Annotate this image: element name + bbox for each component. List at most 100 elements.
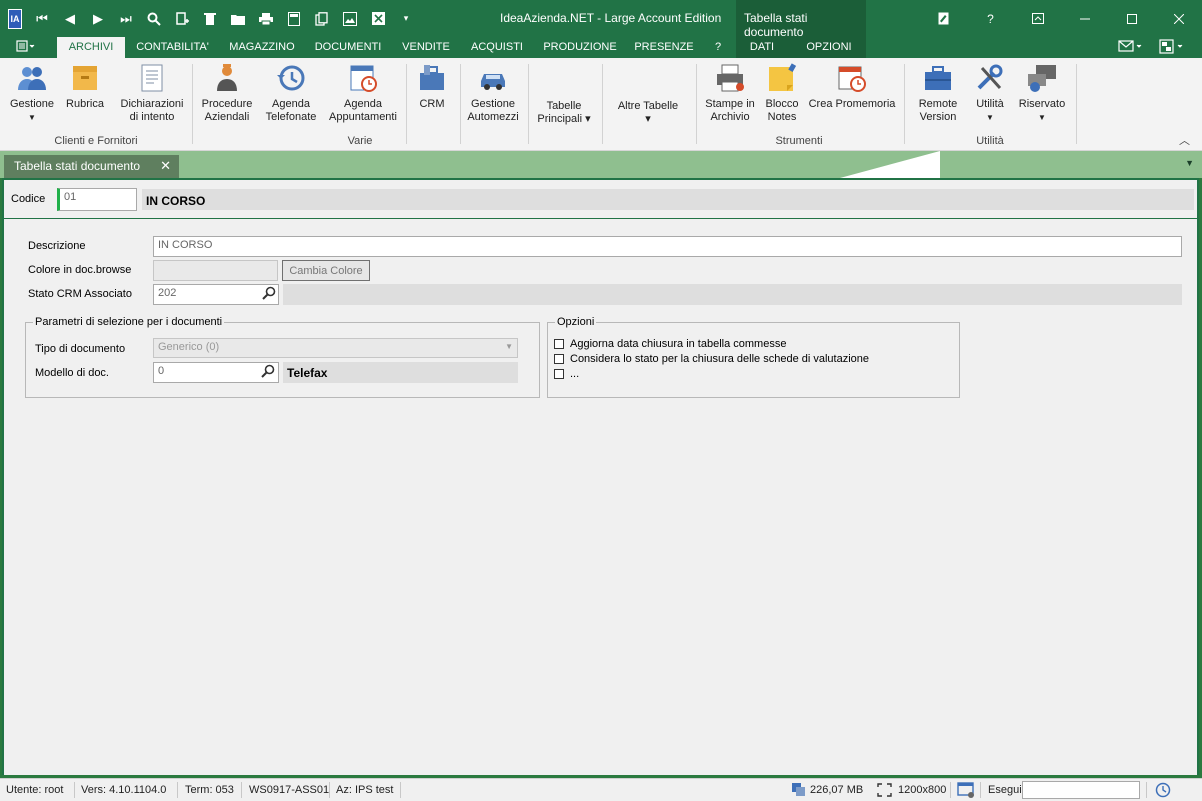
codice-field[interactable]: 01 xyxy=(57,188,137,211)
status-separator xyxy=(241,782,242,798)
automezzi-label: Gestione Automezzi xyxy=(467,98,519,123)
status-user: Utente: root xyxy=(6,784,64,796)
tab-magazzino[interactable]: MAGAZZINO xyxy=(222,37,302,58)
sticky-note-icon xyxy=(766,62,798,94)
previous-record-icon[interactable]: ◀ xyxy=(56,5,84,33)
checkbox-box[interactable] xyxy=(554,339,564,349)
delete-icon[interactable] xyxy=(196,5,224,33)
blocco-notes-label: Blocco Notes xyxy=(765,98,799,123)
esegui-label: Esegui xyxy=(988,784,1022,796)
colore-field[interactable] xyxy=(153,260,278,281)
ribbon-separator xyxy=(696,64,697,144)
option-more-checkbox[interactable]: ... xyxy=(554,368,579,380)
collapse-ribbon-icon[interactable]: ︿ xyxy=(1179,132,1190,148)
stampe-archivio-button[interactable]: Stampe in Archivio xyxy=(702,62,758,124)
tipo-documento-value: Generico (0) xyxy=(158,341,220,353)
copy-icon[interactable] xyxy=(308,5,336,33)
tab-opzioni[interactable]: OPZIONI xyxy=(798,37,860,58)
first-record-icon[interactable]: ⏮ xyxy=(28,5,56,33)
esegui-field[interactable] xyxy=(1022,781,1140,799)
tabelle-principali-button[interactable]: Tabelle Principali ▾ xyxy=(532,100,596,126)
new-record-icon[interactable] xyxy=(168,5,196,33)
last-record-icon[interactable]: ⏭ xyxy=(112,5,140,33)
stato-crm-field[interactable]: 202 xyxy=(153,284,279,305)
document-tab-label: Tabella stati documento xyxy=(14,159,141,173)
tab-produzione[interactable]: PRODUZIONE xyxy=(538,37,622,58)
worker-icon xyxy=(211,62,243,94)
utilita-dropdown-icon: ▼ xyxy=(986,113,994,122)
minimize-button[interactable] xyxy=(1061,0,1108,37)
codice-label: Codice xyxy=(11,193,46,205)
status-separator xyxy=(74,782,75,798)
help-button[interactable]: ? xyxy=(967,0,1014,37)
status-separator xyxy=(400,782,401,798)
tab-list-dropdown-icon[interactable]: ▼ xyxy=(1185,158,1194,168)
close-tab-icon[interactable]: ✕ xyxy=(160,158,171,174)
tab-presenze[interactable]: PRESENZE xyxy=(630,37,698,58)
dichiarazioni-button[interactable]: Dichiarazioni di intento xyxy=(118,62,186,124)
ribbon-separator xyxy=(406,64,407,144)
close-button[interactable] xyxy=(1155,0,1202,37)
file-menu-button[interactable] xyxy=(14,39,44,56)
rubrica-button[interactable]: Rubrica xyxy=(62,62,108,111)
tab-dati[interactable]: DATI xyxy=(742,37,782,58)
modello-search-icon[interactable] xyxy=(261,364,275,381)
group-label-utilita: Utilità xyxy=(976,135,1004,147)
tab-help[interactable]: ? xyxy=(708,37,728,58)
ribbon-display-icon[interactable] xyxy=(1014,0,1061,37)
option-considera-checkbox[interactable]: Considera lo stato per la chiusura delle… xyxy=(554,353,869,365)
status-separator xyxy=(329,782,330,798)
layout-icon[interactable] xyxy=(1158,39,1186,57)
tipo-documento-select[interactable]: Generico (0) ▼ xyxy=(153,338,518,358)
riservato-button[interactable]: Riservato ▼ xyxy=(1014,62,1070,124)
picture-icon[interactable] xyxy=(336,5,364,33)
crea-promemoria-button[interactable]: Crea Promemoria xyxy=(808,62,896,111)
ribbon-separator xyxy=(192,64,193,144)
tools-icon xyxy=(974,62,1006,94)
status-company: Az: IPS test xyxy=(336,784,394,796)
tab-documenti[interactable]: DOCUMENTI xyxy=(308,37,388,58)
window-settings-icon[interactable] xyxy=(957,782,975,801)
calculator-icon[interactable] xyxy=(280,5,308,33)
descrizione-field[interactable]: IN CORSO xyxy=(153,236,1182,257)
next-record-icon[interactable]: ▶ xyxy=(84,5,112,33)
notes-icon[interactable] xyxy=(920,0,967,37)
stampe-archivio-label: Stampe in Archivio xyxy=(705,98,755,123)
app-logo-text: IA xyxy=(10,13,20,24)
tab-acquisti[interactable]: ACQUISTI xyxy=(464,37,530,58)
status-separator xyxy=(177,782,178,798)
address-book-icon xyxy=(69,62,101,94)
clock-refresh-icon[interactable] xyxy=(1155,782,1171,801)
procedure-button[interactable]: Procedure Aziendali xyxy=(198,62,256,124)
remote-version-button[interactable]: Remote Version xyxy=(910,62,966,124)
utilita-button[interactable]: Utilità ▼ xyxy=(970,62,1010,124)
checkbox-box[interactable] xyxy=(554,354,564,364)
mail-icon[interactable] xyxy=(1118,39,1144,56)
status-version: Vers: 4.10.1104.0 xyxy=(81,784,167,796)
printer-icon xyxy=(714,62,746,94)
tab-archivi[interactable]: ARCHIVI xyxy=(57,37,125,58)
modello-description: Telefax xyxy=(283,362,518,383)
open-folder-icon[interactable] xyxy=(224,5,252,33)
close-document-icon[interactable] xyxy=(364,5,392,33)
remote-version-label: Remote Version xyxy=(918,98,958,123)
customize-toolbar-icon[interactable]: ▾ xyxy=(392,5,420,33)
tab-vendite[interactable]: VENDITE xyxy=(396,37,456,58)
agenda-appuntamenti-button[interactable]: Agenda Appuntamenti xyxy=(326,62,400,124)
crm-button[interactable]: CRM xyxy=(412,62,452,111)
blocco-notes-button[interactable]: Blocco Notes xyxy=(762,62,802,124)
cambia-colore-button[interactable]: Cambia Colore xyxy=(282,260,370,281)
print-icon[interactable] xyxy=(252,5,280,33)
altre-tabelle-button[interactable]: Altre Tabelle ▾ xyxy=(616,100,680,126)
document-tab[interactable]: Tabella stati documento ✕ xyxy=(4,155,179,178)
agenda-telefonate-button[interactable]: Agenda Telefonate xyxy=(262,62,320,124)
checkbox-box[interactable] xyxy=(554,369,564,379)
option-aggiorna-checkbox[interactable]: Aggiorna data chiusura in tabella commes… xyxy=(554,338,786,350)
tab-contabilita[interactable]: CONTABILITA' xyxy=(129,37,216,58)
search-icon[interactable] xyxy=(140,5,168,33)
gestione-button[interactable]: Gestione ▼ xyxy=(4,62,60,124)
maximize-button[interactable] xyxy=(1108,0,1155,37)
status-separator xyxy=(980,782,981,798)
automezzi-button[interactable]: Gestione Automezzi xyxy=(464,62,522,124)
stato-crm-search-icon[interactable] xyxy=(262,286,276,303)
